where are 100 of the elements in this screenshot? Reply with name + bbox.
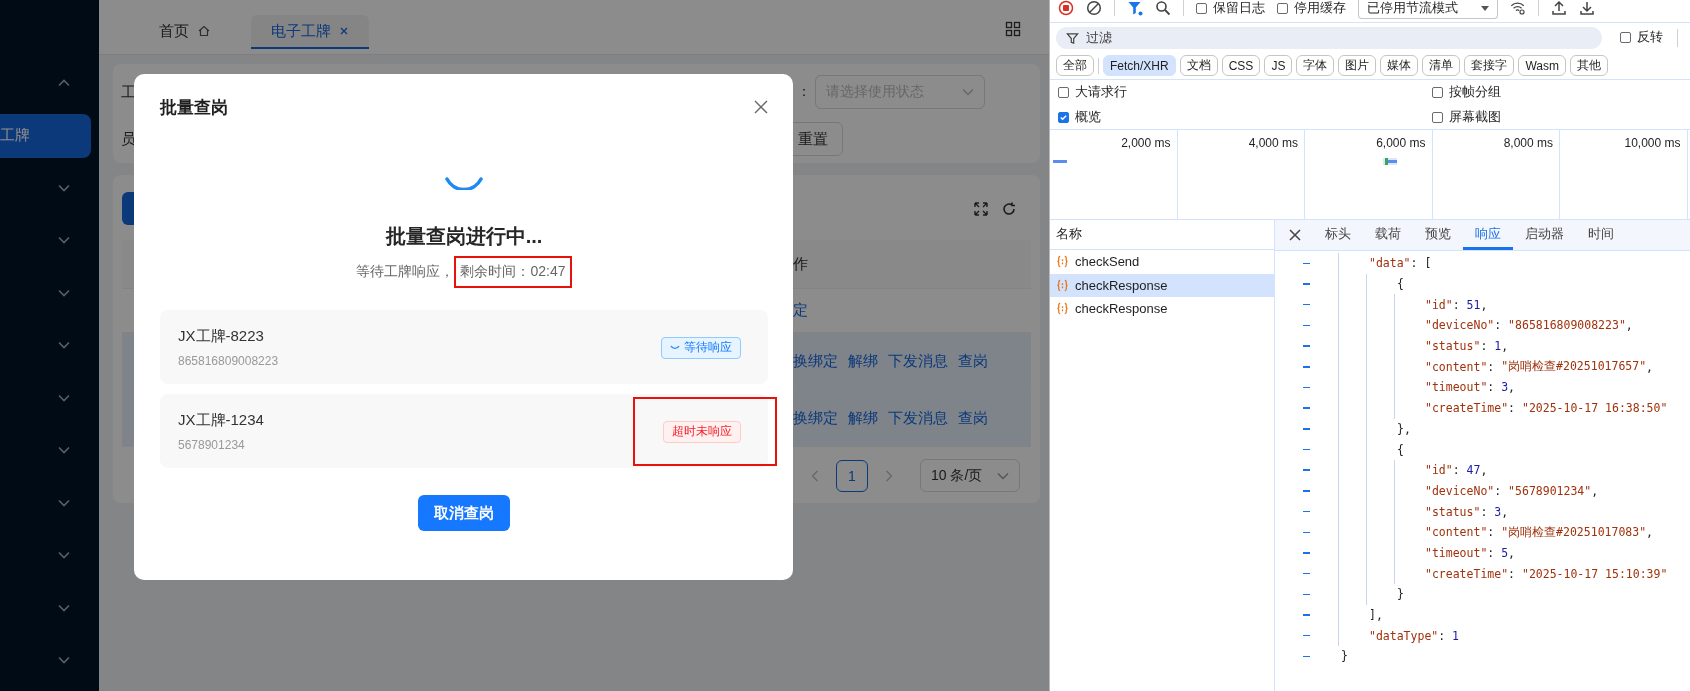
checkbox-label: 反转: [1637, 29, 1663, 46]
caret-icon: [1481, 5, 1489, 11]
type-filter-chip[interactable]: 套接字: [1464, 55, 1515, 76]
chevron-icon[interactable]: [58, 446, 70, 455]
code-line: "content": "岗哨检查#20251017083",: [1424, 523, 1654, 542]
sidebar-item[interactable]: 工牌: [0, 113, 91, 158]
type-filter-chip[interactable]: 文档: [1179, 55, 1218, 76]
throttle-select[interactable]: 已停用节流模式: [1358, 0, 1498, 19]
type-filter-chip[interactable]: 全部: [1056, 55, 1094, 76]
time-tick-label: 10,000 ms: [1624, 136, 1681, 150]
code-line: "id": 51,: [1424, 296, 1488, 314]
request-bar: [1053, 160, 1067, 163]
fullscreen-icon[interactable]: [973, 200, 989, 217]
code-line: "dataType": 1: [1368, 627, 1460, 645]
wifi-settings-icon[interactable]: [1510, 0, 1526, 16]
device-name: JX工牌-1234: [178, 410, 264, 430]
download-icon[interactable]: [1579, 0, 1595, 16]
device-number: 865816809008223: [178, 353, 279, 368]
detail-tab[interactable]: 启动器: [1513, 220, 1576, 250]
device-number: 5678901234: [178, 437, 246, 452]
type-filter-chip[interactable]: JS: [1264, 55, 1293, 76]
type-filter-chip[interactable]: 媒体: [1380, 55, 1419, 76]
checkbox-label: 停用缓存: [1294, 0, 1346, 17]
close-icon[interactable]: [1289, 229, 1301, 241]
upload-icon[interactable]: [1551, 0, 1567, 16]
checkbox[interactable]: [1432, 112, 1443, 123]
checkbox[interactable]: [1058, 87, 1069, 98]
dialog-title: 批量查岗: [160, 96, 228, 119]
json-braces-icon: [1056, 255, 1069, 269]
chevron-icon[interactable]: [58, 236, 70, 245]
request-row[interactable]: checkResponse: [1050, 297, 1274, 321]
chevron-icon[interactable]: [58, 183, 70, 192]
code-line: }: [1396, 586, 1404, 604]
request-row[interactable]: checkResponse: [1050, 273, 1274, 297]
chevron-icon[interactable]: [58, 288, 70, 297]
caret-icon: [962, 88, 974, 96]
code-line: "data": [: [1368, 255, 1432, 273]
code-line: "status": 3,: [1424, 503, 1509, 521]
type-filter-chip[interactable]: Wasm: [1518, 55, 1566, 76]
checkbox-label: 保留日志: [1213, 0, 1265, 17]
checkbox[interactable]: [1277, 3, 1288, 14]
chevron-icon[interactable]: [58, 498, 70, 507]
type-filter-chip[interactable]: 其他: [1569, 55, 1608, 76]
code-line: "status": 1,: [1424, 338, 1509, 356]
column-header: 作: [793, 254, 809, 274]
device-name: JX工牌-8223: [178, 326, 265, 346]
filter-icon: [1066, 31, 1079, 45]
filter-icon[interactable]: [1127, 0, 1143, 16]
time-tick-label: 8,000 ms: [1503, 136, 1553, 150]
checkbox[interactable]: [1432, 87, 1443, 98]
json-braces-icon: [1056, 302, 1069, 316]
code-line: "createTime": "2025-10-17 16:38:50": [1424, 400, 1668, 418]
page-size-select[interactable]: 10 条/页: [920, 459, 1020, 492]
json-braces-icon: [1056, 278, 1069, 292]
detail-tab[interactable]: 响应: [1463, 220, 1513, 250]
type-filter-chip[interactable]: Fetch/XHR: [1103, 55, 1176, 76]
chevron-icon[interactable]: [58, 603, 70, 612]
checkbox-label: 概览: [1075, 109, 1101, 126]
page-tab[interactable]: 首页: [139, 15, 231, 49]
progress-heading: 批量查岗进行中...: [385, 224, 543, 249]
checkbox[interactable]: [1196, 3, 1207, 14]
form-label: 工: [121, 82, 136, 102]
cancel-button[interactable]: 取消查岗: [418, 495, 510, 531]
type-filter-chip[interactable]: CSS: [1221, 55, 1261, 76]
clear-icon[interactable]: [1086, 0, 1102, 16]
caret-icon: [997, 471, 1009, 480]
checkbox[interactable]: [1058, 112, 1069, 123]
code-line: "timeout": 5,: [1424, 544, 1516, 562]
code-line: {: [1396, 276, 1404, 294]
chevron-icon[interactable]: [58, 656, 70, 665]
home-icon: [197, 24, 211, 38]
status-badge: 等待响应: [661, 336, 741, 359]
search-icon[interactable]: [1155, 0, 1171, 16]
refresh-icon[interactable]: [1001, 200, 1017, 217]
detail-tab[interactable]: 载荷: [1363, 220, 1413, 250]
chevron-icon[interactable]: [58, 393, 70, 402]
code-line: "content": "岗哨检查#20251017657",: [1424, 358, 1654, 376]
code-line: "id": 47,: [1424, 462, 1488, 480]
chevron-icon[interactable]: [58, 551, 70, 560]
grid-icon[interactable]: [1005, 21, 1021, 37]
code-line: "deviceNo": "865816809008223",: [1424, 317, 1633, 335]
chevron-icon[interactable]: [58, 341, 70, 350]
detail-tab[interactable]: 时间: [1576, 220, 1626, 250]
status-text: 等待工牌响应，: [356, 263, 455, 281]
type-filter-chip[interactable]: 字体: [1296, 55, 1335, 76]
column-header: 名称: [1056, 226, 1082, 243]
code-line: "deviceNo": "5678901234",: [1424, 482, 1599, 500]
type-filter-chip[interactable]: 清单: [1422, 55, 1461, 76]
record-icon[interactable]: [1058, 0, 1074, 16]
code-line: }: [1340, 648, 1348, 666]
close-icon[interactable]: [754, 100, 768, 114]
checkbox[interactable]: [1620, 32, 1631, 43]
type-filter-chip[interactable]: 图片: [1338, 55, 1377, 76]
detail-tab[interactable]: 标头: [1313, 220, 1363, 250]
status-badge: 超时未响应: [663, 420, 741, 443]
detail-tab[interactable]: 预览: [1413, 220, 1463, 250]
filter-field[interactable]: 过滤: [1056, 26, 1602, 49]
code-line: },: [1396, 420, 1411, 438]
chevron-icon[interactable]: [58, 79, 70, 88]
request-row[interactable]: checkSend: [1050, 250, 1274, 274]
